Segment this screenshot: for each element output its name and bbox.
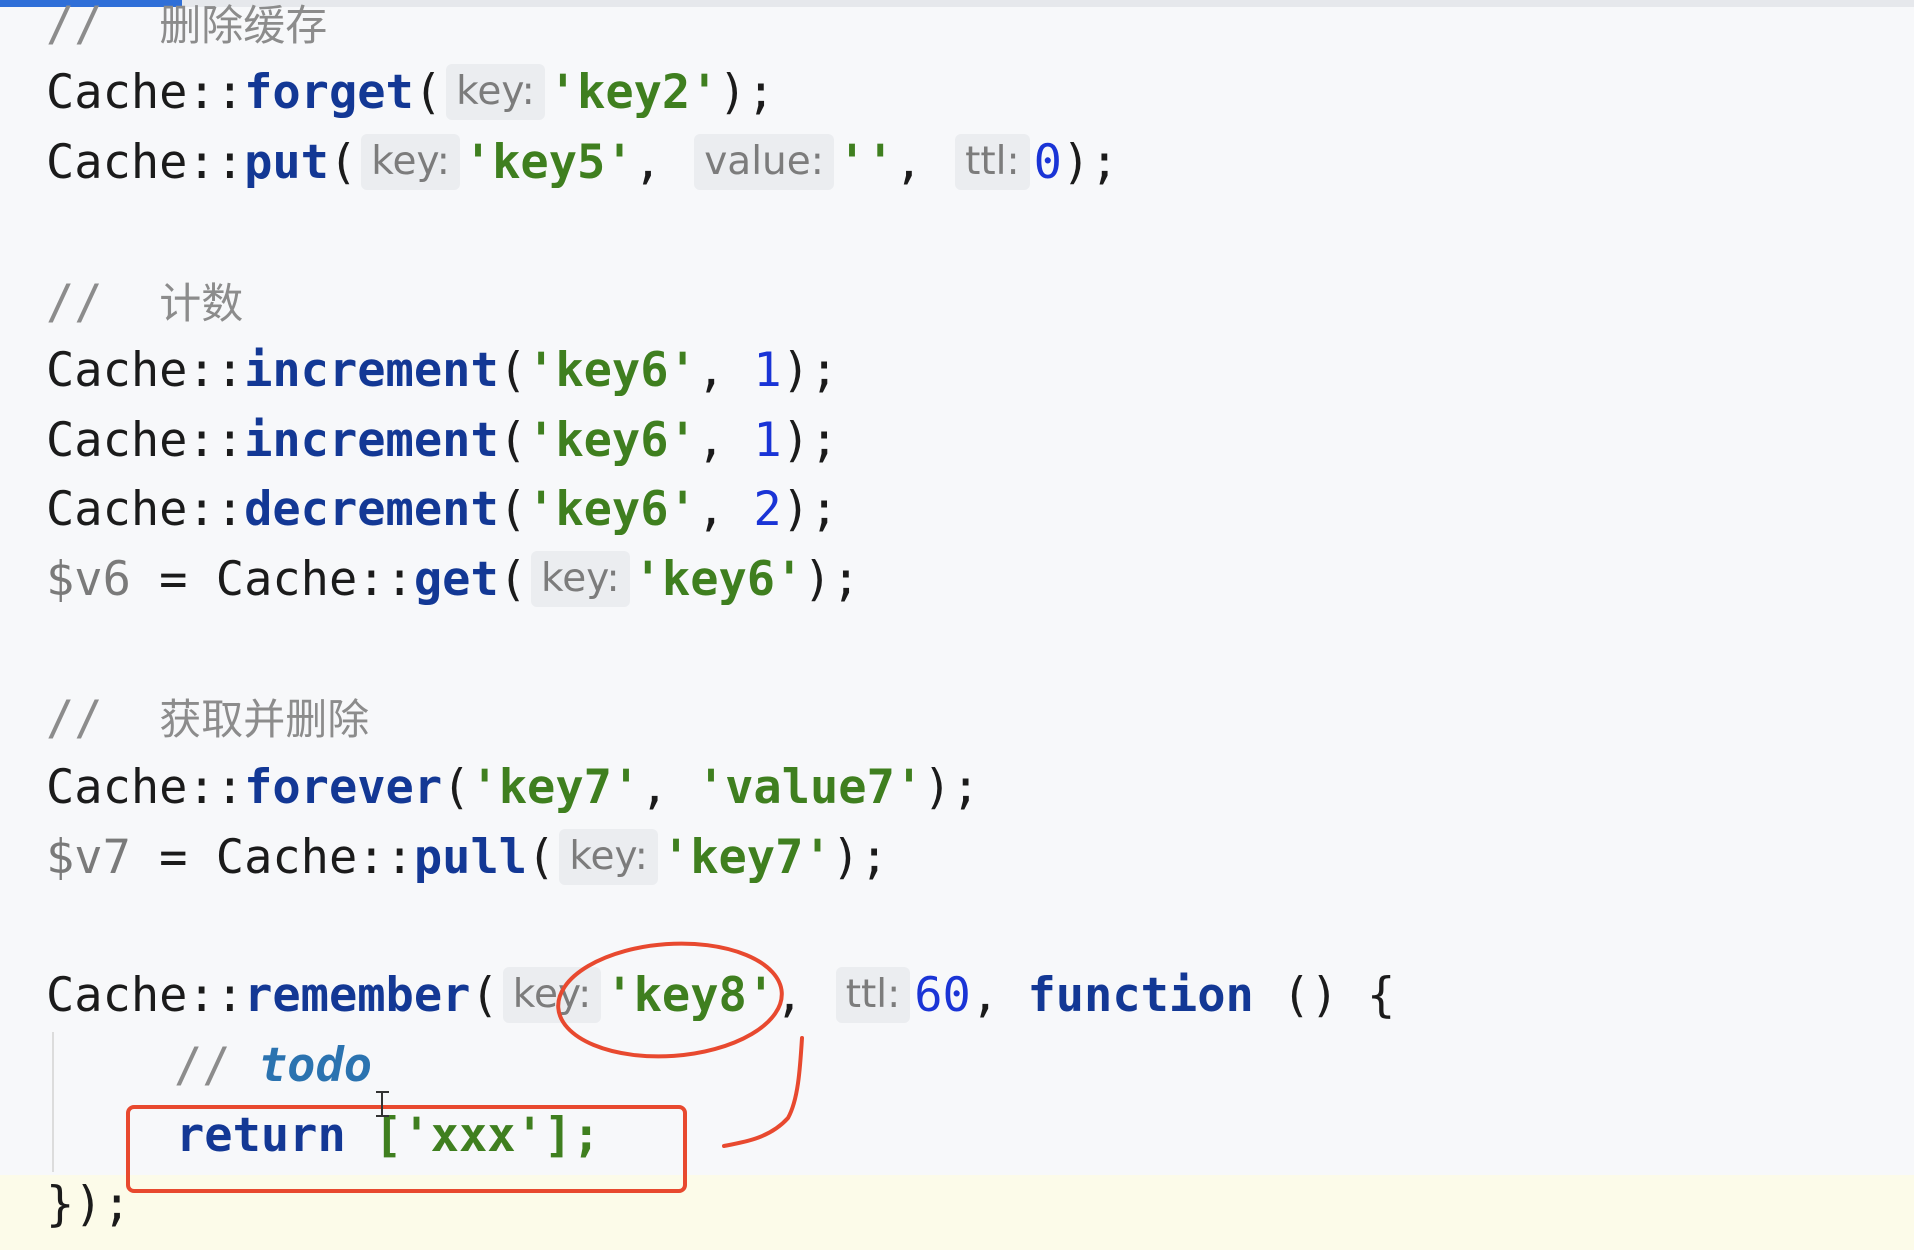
- annotation-arrow-line: [722, 1036, 804, 1148]
- annotation-overlay: [126, 941, 804, 1193]
- text-cursor-icon: [376, 1091, 389, 1117]
- annotation-box: [126, 1105, 687, 1193]
- annotation-circle: [556, 941, 784, 1059]
